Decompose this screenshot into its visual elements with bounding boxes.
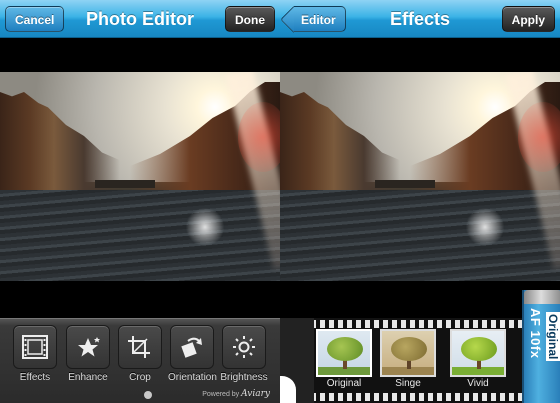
film-curl	[280, 318, 314, 403]
apply-button[interactable]: Apply	[501, 6, 555, 32]
effect-label: Vivid	[467, 378, 489, 389]
tool-label: Crop	[129, 372, 151, 383]
cancel-button[interactable]: Cancel	[5, 6, 65, 32]
tools-toolbar: Effects Enhance Crop Orientation Brightn…	[0, 318, 280, 403]
tool-effects[interactable]: Effects	[11, 325, 59, 383]
tool-crop[interactable]: Crop	[116, 325, 164, 383]
tool-label: Brightness	[220, 372, 268, 383]
done-button[interactable]: Done	[225, 6, 275, 32]
sun-icon	[222, 325, 266, 369]
powered-by-credit: Powered by Aviary	[202, 389, 270, 399]
editor-back-button[interactable]: Editor	[294, 6, 346, 32]
effect-thumbnail	[316, 329, 372, 377]
photo-preview	[280, 72, 560, 281]
effect-label: Original	[326, 378, 362, 389]
canister-brand-text: AF 10fx	[528, 308, 543, 359]
rotate-icon	[170, 325, 214, 369]
film-perforations	[280, 320, 560, 328]
tool-label: Enhance	[68, 372, 108, 383]
effects-filmstrip[interactable]: Original Singe Vivid	[280, 318, 560, 403]
effect-singe[interactable]: Singe	[376, 329, 440, 391]
photo-preview	[0, 72, 280, 281]
effect-thumbnail	[450, 329, 506, 377]
aviary-logo: Aviary	[241, 389, 270, 399]
crop-icon	[118, 325, 162, 369]
canister-effect-label: Original	[546, 312, 560, 362]
sparkle-star-icon	[66, 325, 110, 369]
canister-cap	[524, 290, 560, 304]
effect-thumbnail	[380, 329, 436, 377]
film-frame-icon	[13, 325, 57, 369]
effect-original[interactable]: Original	[308, 325, 380, 395]
tool-enhance[interactable]: Enhance	[64, 325, 112, 383]
page-indicator	[144, 391, 152, 399]
tool-brightness[interactable]: Brightness	[220, 325, 268, 383]
navigation-bar: Effects Editor Apply	[280, 0, 560, 38]
film-canister[interactable]: AF 10fx Original	[522, 290, 560, 403]
photo-editor-screen: Photo Editor Cancel Done Effects Enhance	[0, 0, 280, 403]
tool-label: Effects	[19, 372, 51, 383]
navigation-bar: Photo Editor Cancel Done	[0, 0, 280, 38]
tool-orientation[interactable]: Orientation	[168, 325, 217, 383]
effect-vivid[interactable]: Vivid	[446, 329, 510, 391]
effect-label: Singe	[395, 378, 421, 389]
tool-label: Orientation	[168, 372, 217, 383]
effects-screen: Effects Editor Apply Original Singe Vivi…	[280, 0, 560, 403]
film-perforations	[280, 393, 560, 401]
